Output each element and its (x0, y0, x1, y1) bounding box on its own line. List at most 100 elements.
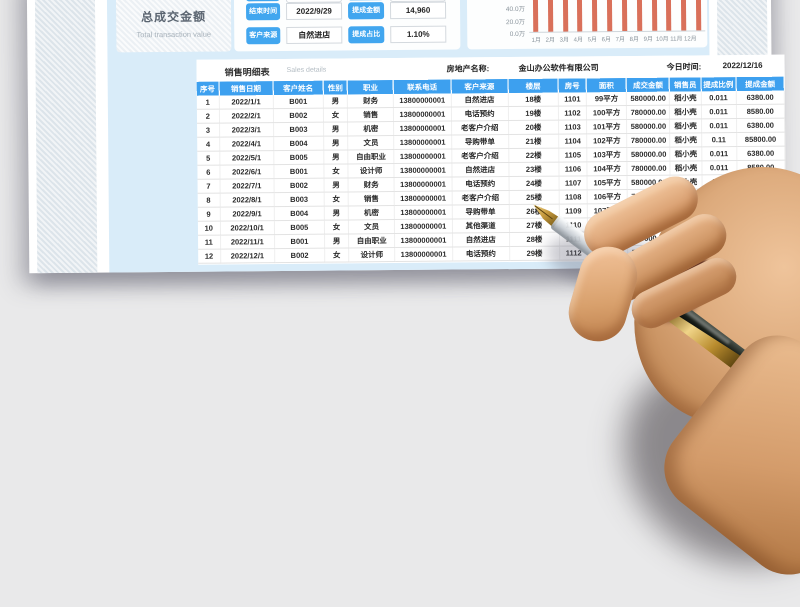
stat-label: 结束时间 (246, 3, 280, 20)
x-tick-label: 7月 (613, 34, 627, 43)
table-cell: B005 (274, 220, 324, 234)
table-cell: 老客户介绍 (451, 121, 508, 135)
table-cell: 财务 (348, 178, 394, 192)
table-cell: 稻小壳 (670, 147, 701, 161)
table-cell: 电话预约 (452, 177, 509, 191)
column-header: 提成比例 (701, 77, 736, 91)
x-tick-label: 2月 (543, 35, 557, 44)
table-cell: 6 (197, 165, 219, 179)
table-cell: B004 (273, 136, 323, 150)
table-cell: 13800000001 (394, 135, 451, 149)
column-header: 销售员 (670, 77, 701, 91)
stat-label: 提成金额 (348, 2, 384, 19)
table-cell: B004 (274, 206, 324, 220)
table-cell: 780000.00 (627, 161, 670, 175)
table-cell: 女 (323, 108, 347, 122)
table-cell: 580000.00 (627, 119, 670, 133)
table-cell: 1 (197, 96, 219, 110)
table-cell: 13800000001 (395, 233, 452, 247)
bar (592, 0, 598, 31)
chart-x-axis: 1月2月3月4月5月6月7月8月9月10月11月12月 (529, 33, 697, 43)
table-cell: 自由职业 (349, 234, 395, 248)
table-cell: 12 (198, 249, 220, 263)
table-cell: 女 (324, 220, 348, 234)
table-cell: 1107 (559, 176, 587, 190)
table-cell: 7 (198, 179, 220, 193)
table-cell: B002 (274, 248, 324, 262)
stats-grid: 结束时间2022/9/29提成金额14,960客户来源自然进店提成占比1.10% (246, 2, 448, 45)
column-header: 成交金额 (626, 78, 669, 92)
table-cell: 自然进店 (451, 163, 508, 177)
table-cell: 102平方 (587, 134, 627, 148)
bar (562, 0, 568, 32)
bar (607, 0, 613, 31)
stat-label: 提成占比 (348, 26, 384, 43)
table-cell: 其他渠道 (452, 219, 509, 233)
table-cell: 2 (197, 109, 219, 123)
table-cell: 2022/6/1 (219, 165, 273, 179)
summary-subtitle: Total transaction value (116, 29, 231, 39)
table-cell: 稻小壳 (670, 119, 701, 133)
stat-value: 2022/9/29 (286, 3, 342, 20)
table-cell: 13800000001 (394, 94, 451, 108)
table-cell: 580000.00 (627, 147, 670, 161)
x-tick-label: 4月 (571, 34, 585, 43)
bar (547, 0, 553, 32)
stats-card: 结束时间2022/9/29提成金额14,960客户来源自然进店提成占比1.10% (234, 0, 461, 51)
bar (622, 0, 628, 31)
table-cell: 22楼 (509, 148, 559, 162)
column-header: 序号 (197, 82, 219, 96)
table-cell: 13800000001 (394, 121, 451, 135)
table-cell: 0.11 (701, 133, 736, 147)
table-cell: 男 (324, 150, 348, 164)
table-cell: 女 (324, 192, 348, 206)
x-tick-label: 8月 (627, 34, 641, 43)
column-header: 客户来源 (451, 79, 508, 93)
table-cell: 6380.00 (736, 91, 784, 105)
table-cell: 2022/8/1 (220, 193, 274, 207)
table-cell: 销售 (348, 108, 394, 122)
column-header: 职业 (347, 80, 393, 94)
table-cell: 文员 (348, 220, 394, 234)
summary-title: 总成交金额 (116, 7, 231, 25)
table-cell: 2022/4/1 (219, 137, 273, 151)
bar (533, 0, 539, 32)
table-cell: 设计师 (349, 248, 395, 262)
x-tick-label: 9月 (641, 34, 655, 43)
table-cell: 105平方 (587, 176, 627, 190)
total-summary-card: 总成交金额 Total transaction value (116, 0, 232, 52)
x-tick-label: 12月 (683, 33, 697, 42)
table-cell: 设计师 (348, 164, 394, 178)
table-cell: 13800000001 (394, 149, 451, 163)
table-cell: 老客户介绍 (451, 149, 508, 163)
table-cell: 稻小壳 (670, 161, 701, 175)
column-header: 楼层 (508, 79, 558, 93)
stat-value: 自然进店 (286, 27, 342, 44)
bar (651, 0, 657, 31)
x-tick-label: 6月 (599, 34, 613, 43)
sheet-title: 销售明细表 (225, 65, 270, 78)
table-cell: 1102 (558, 106, 586, 120)
table-cell: 13800000001 (395, 219, 452, 233)
table-cell: 99平方 (586, 92, 626, 106)
table-cell: 103平方 (587, 148, 627, 162)
table-cell: 101平方 (587, 120, 627, 134)
table-cell: 580000.00 (627, 92, 670, 106)
table-cell: 3 (197, 123, 219, 137)
table-cell: 18楼 (508, 93, 558, 107)
table-cell: 女 (324, 164, 348, 178)
table-cell: 0.011 (701, 105, 736, 119)
table-cell: 13800000001 (394, 107, 451, 121)
table-cell: B005 (274, 150, 324, 164)
x-tick-label: 11月 (669, 34, 683, 43)
table-cell: 104平方 (587, 162, 627, 176)
table-cell: B002 (274, 178, 324, 192)
table-cell: 男 (324, 178, 348, 192)
table-cell: 1106 (559, 162, 587, 176)
column-header: 性别 (323, 80, 347, 94)
today-date-value: 2022/12/16 (723, 61, 763, 70)
table-cell: 男 (324, 122, 348, 136)
table-cell: 8580.00 (736, 104, 784, 118)
y-tick-label: 0.0万 (510, 28, 526, 38)
table-cell: 男 (324, 206, 348, 220)
